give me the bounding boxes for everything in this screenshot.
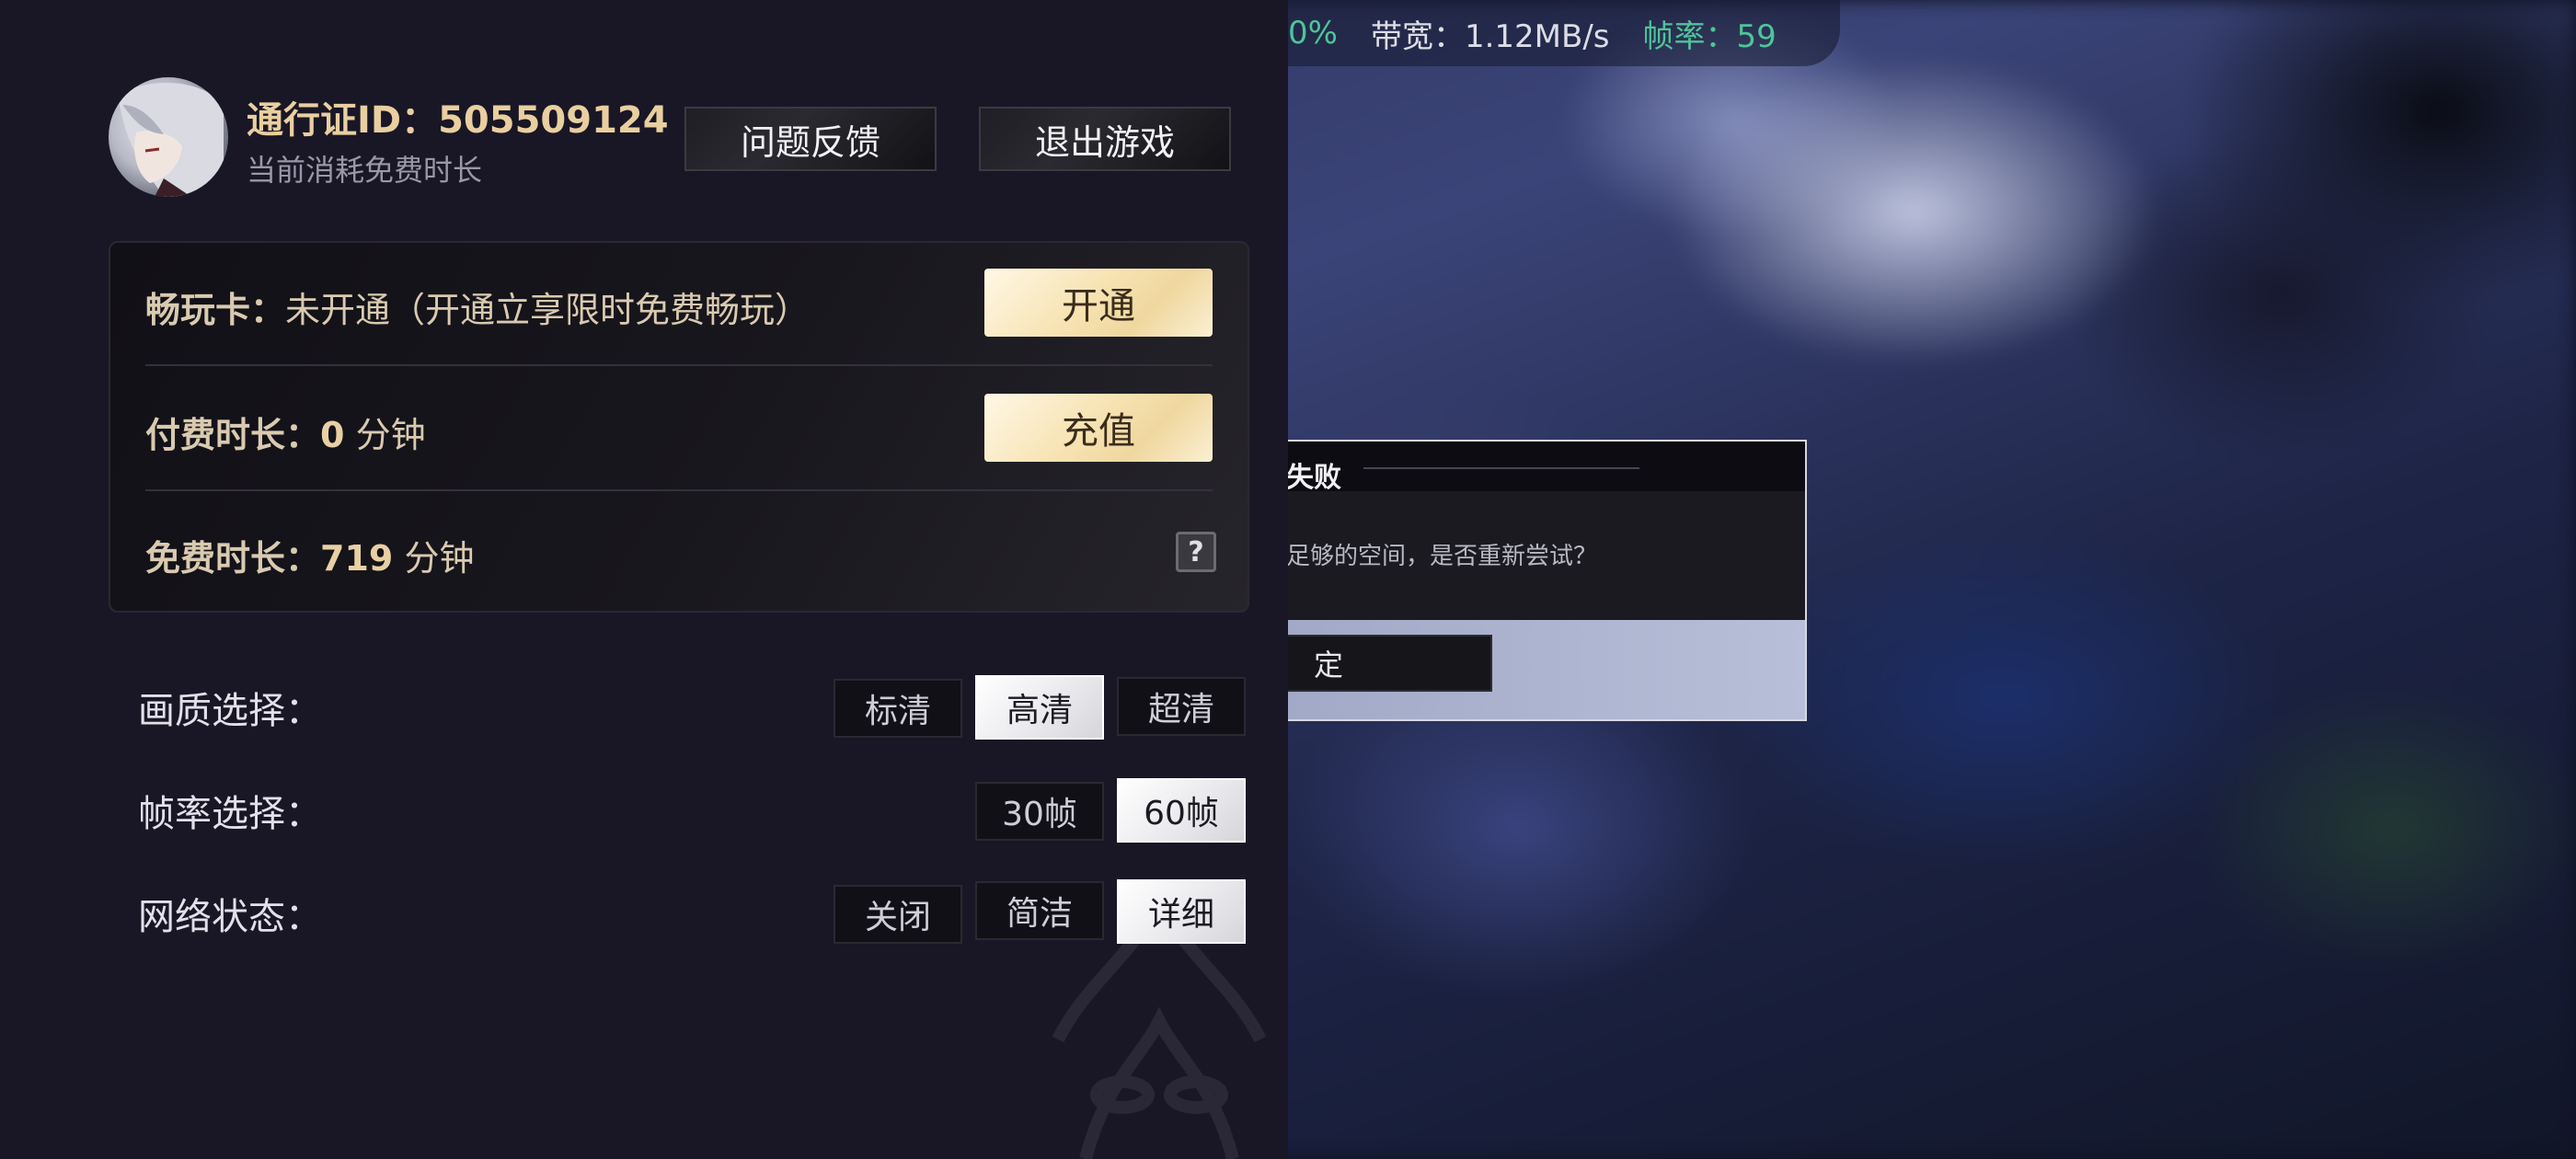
free-time-row: 免费时长：719 分钟	[145, 530, 474, 580]
card-divider	[145, 489, 1213, 491]
quality-label: 画质选择：	[138, 690, 322, 732]
error-dialog: 失败 足够的空间，是否重新尝试？ 定	[1214, 440, 1807, 721]
quality-option-uhd[interactable]: 超清	[1117, 677, 1246, 736]
recharge-button[interactable]: 充值	[984, 394, 1213, 462]
pass-card-row: 畅玩卡：未开通（开通立享限时免费畅玩）	[145, 281, 810, 332]
network-option-simple[interactable]: 简洁	[975, 881, 1104, 940]
paid-time-label: 付费时长：	[145, 415, 321, 455]
fps-stat: 帧率：59	[1643, 11, 1777, 56]
error-dialog-title: 失败	[1286, 462, 1341, 494]
pass-id: 通行证ID：505509124	[247, 99, 669, 142]
activate-button[interactable]: 开通	[984, 269, 1213, 337]
quality-option-hd[interactable]: 高清	[975, 675, 1104, 740]
feedback-button[interactable]: 问题反馈	[684, 107, 937, 171]
bandwidth-label: 带宽：	[1370, 17, 1465, 55]
error-dialog-message: 足够的空间，是否重新尝试？	[1286, 543, 1598, 570]
network-option-detailed[interactable]: 详细	[1117, 879, 1246, 944]
paid-time-unit: 分钟	[355, 415, 426, 455]
confirm-button[interactable]: 定	[1271, 635, 1492, 692]
account-time-card: 畅玩卡：未开通（开通立享限时免费畅玩） 开通 付费时长：0 分钟 充值 免费时长…	[109, 241, 1249, 613]
framerate-option-30[interactable]: 30帧	[975, 782, 1104, 841]
time-source-subtitle: 当前消耗免费时长	[247, 153, 483, 188]
title-divider	[1363, 467, 1639, 469]
free-time-label: 免费时长：	[145, 538, 321, 579]
bandwidth-stat: 带宽：1.12MB/s	[1371, 11, 1610, 56]
network-stats-bar: 0% 带宽：1.12MB/s 帧率：59	[1251, 0, 1840, 66]
framerate-label: 帧率选择：	[138, 793, 322, 835]
pass-card-status: 未开通（开通立享限时免费畅玩）	[285, 290, 811, 330]
fps-label: 帧率：	[1642, 17, 1737, 55]
card-divider	[145, 364, 1213, 366]
settings-panel: 通行证ID：505509124 当前消耗免费时长 问题反馈 退出游戏 畅玩卡：未…	[0, 0, 1288, 1159]
network-option-off[interactable]: 关闭	[834, 885, 962, 944]
bandwidth-value: 1.12MB/s	[1464, 17, 1610, 55]
fps-value: 59	[1736, 17, 1777, 55]
avatar	[109, 77, 228, 197]
free-time-value: 719	[320, 538, 394, 579]
framerate-option-60[interactable]: 60帧	[1117, 778, 1246, 843]
help-icon[interactable]: ?	[1176, 532, 1216, 572]
pass-card-label: 畅玩卡：	[145, 290, 286, 330]
paid-time-value: 0	[320, 415, 345, 455]
packet-loss-value: 0%	[1288, 15, 1338, 52]
quality-option-sd[interactable]: 标清	[834, 679, 962, 738]
paid-time-row: 付费时长：0 分钟	[145, 407, 426, 457]
exit-game-button[interactable]: 退出游戏	[979, 107, 1231, 171]
free-time-unit: 分钟	[404, 538, 475, 579]
network-status-label: 网络状态：	[138, 896, 322, 938]
